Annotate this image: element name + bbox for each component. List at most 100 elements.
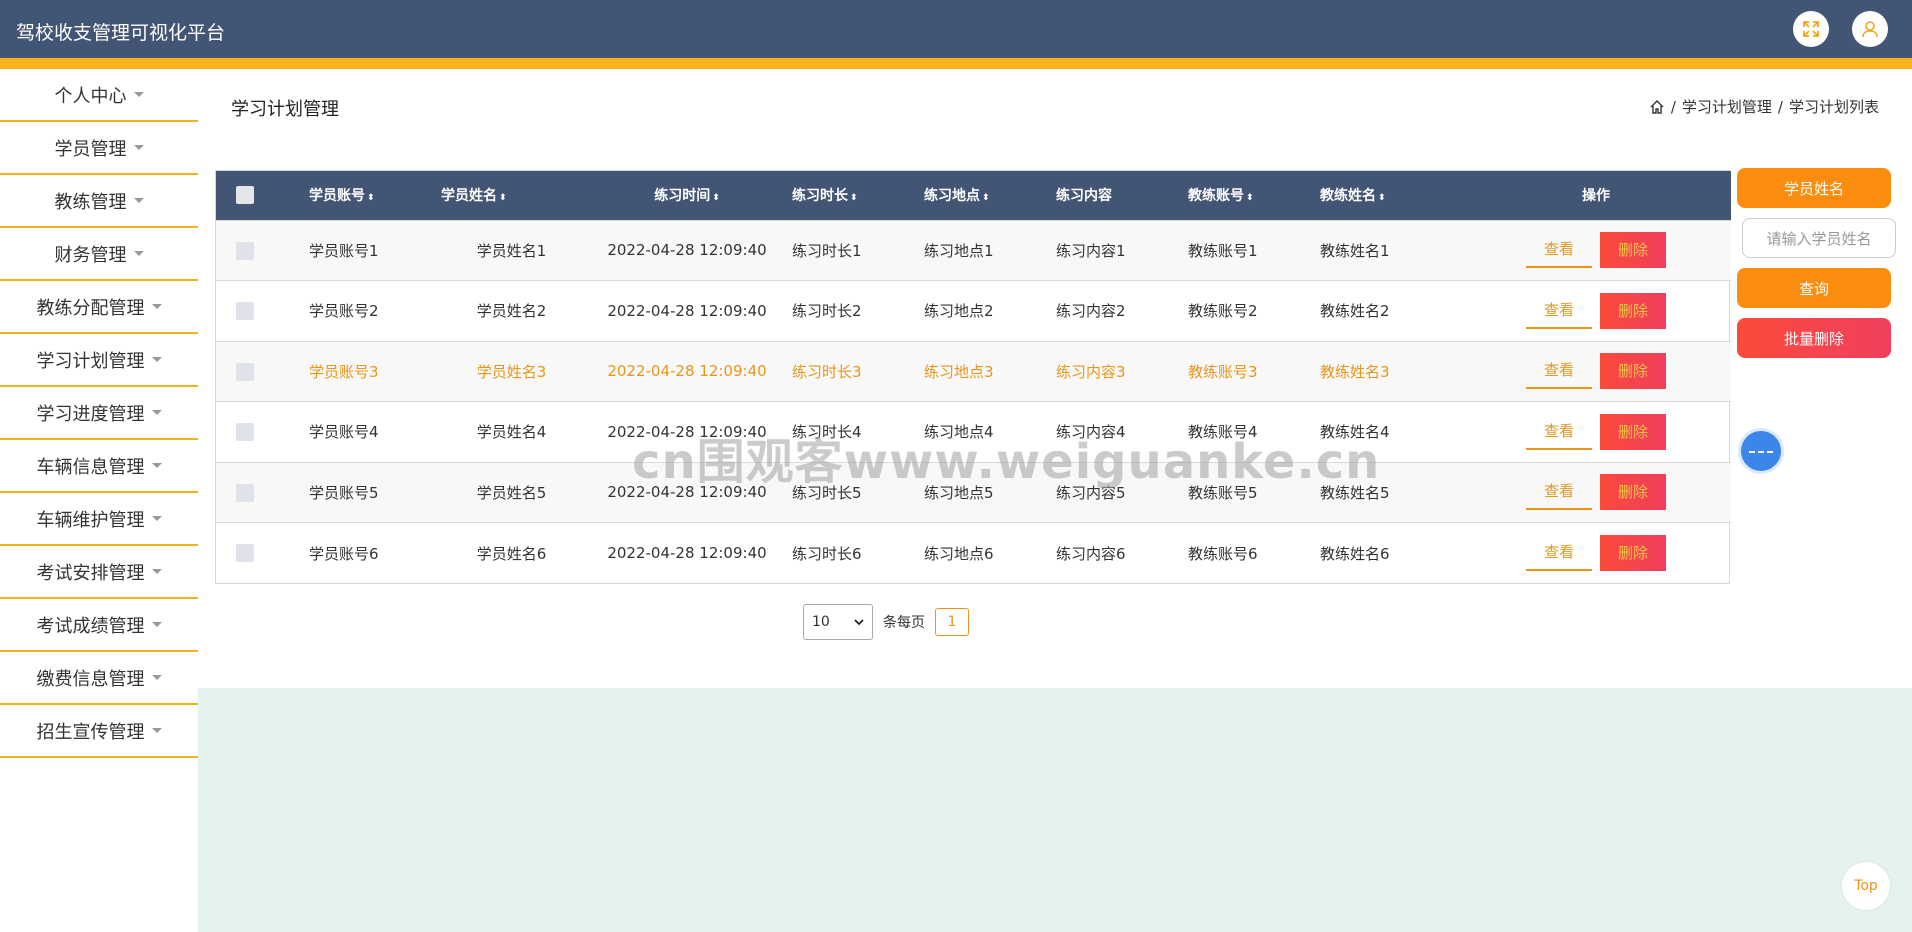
row-checkbox[interactable] <box>236 362 254 381</box>
sidebar-item[interactable]: 车辆维护管理 <box>0 493 198 546</box>
table-cell: 学员姓名1 <box>476 241 547 260</box>
table-cell: 教练账号2 <box>1188 302 1258 321</box>
sort-icon[interactable]: ⬍ <box>712 193 720 203</box>
home-icon[interactable] <box>1649 99 1665 115</box>
sidebar-item[interactable]: 考试成绩管理 <box>0 599 198 652</box>
sort-icon[interactable]: ⬍ <box>982 193 990 203</box>
sidebar-item-label: 教练分配管理 <box>36 297 145 319</box>
table-cell: 学员账号1 <box>309 241 379 260</box>
table-row[interactable]: 学员账号5 学员姓名5 2022-04-28 12:09:40 练习时长5 练习地点5 练… <box>216 462 1731 523</box>
caret-down-icon <box>151 569 162 574</box>
table-cell: 学员账号4 <box>309 423 379 442</box>
view-button[interactable]: 查看 <box>1526 474 1592 511</box>
view-button[interactable]: 查看 <box>1526 353 1592 390</box>
column-header[interactable]: 教练账号 ⬍ <box>1188 171 1320 220</box>
table-cell: 学员姓名6 <box>476 544 547 563</box>
table-cell: 练习内容2 <box>1056 302 1126 321</box>
caret-down-icon <box>151 516 162 521</box>
table-cell: 教练姓名3 <box>1320 362 1390 381</box>
field-label-button: 学员姓名 <box>1737 168 1891 208</box>
breadcrumb-item-plan-management[interactable]: 学习计划管理 <box>1682 96 1772 117</box>
sidebar-item[interactable]: 教练分配管理 <box>0 281 198 334</box>
table-header-row: 学员账号 ⬍ 学员姓名 ⬍ 练习时间 ⬍ 练习时长 ⬍ 练习地点 ⬍ 练习内容 教练账号 ⬍… <box>216 171 1731 220</box>
table-cell: 学员姓名4 <box>476 423 547 442</box>
delete-button[interactable]: 删除 <box>1600 413 1666 450</box>
delete-button[interactable]: 删除 <box>1600 474 1666 511</box>
sidebar-item-label: 学员管理 <box>54 138 127 160</box>
table-cell: 练习时长1 <box>792 241 862 260</box>
select-all-checkbox[interactable] <box>236 186 254 205</box>
table-cell: 练习时长6 <box>792 544 862 563</box>
table-cell: 教练账号4 <box>1188 423 1258 442</box>
sidebar-item[interactable]: 教练管理 <box>0 175 198 228</box>
table-cell: 教练账号1 <box>1188 241 1258 260</box>
query-button[interactable]: 查询 <box>1737 268 1891 308</box>
sidebar-item[interactable]: 财务管理 <box>0 228 198 281</box>
breadcrumb-separator: / <box>1670 97 1676 116</box>
sidebar-item[interactable]: 学员管理 <box>0 122 198 175</box>
delete-button[interactable]: 删除 <box>1600 292 1666 329</box>
table-cell: 教练账号5 <box>1188 483 1258 502</box>
column-header[interactable]: 学员姓名 ⬍ <box>441 171 582 220</box>
column-header[interactable]: 练习时长 ⬍ <box>792 171 924 220</box>
table-cell: 练习内容3 <box>1056 362 1126 381</box>
sidebar-item[interactable]: 学习进度管理 <box>0 387 198 440</box>
floating-assistant-icon[interactable] <box>1738 428 1784 474</box>
row-checkbox[interactable] <box>236 544 254 563</box>
batch-delete-button[interactable]: 批量删除 <box>1737 318 1891 358</box>
table-cell: 学员账号2 <box>309 302 379 321</box>
table-cell: 练习时长2 <box>792 302 862 321</box>
plan-table: 学员账号 ⬍ 学员姓名 ⬍ 练习时间 ⬍ 练习时长 ⬍ 练习地点 ⬍ 练习内容 教练账号 ⬍… <box>215 170 1731 584</box>
table-row[interactable]: 学员账号6 学员姓名6 2022-04-28 12:09:40 练习时长6 练习地点6 练… <box>216 522 1731 584</box>
table-cell: 教练姓名4 <box>1320 423 1390 442</box>
breadcrumb-item-plan-list: 学习计划列表 <box>1788 98 1879 116</box>
sort-icon[interactable]: ⬍ <box>1378 193 1386 203</box>
student-name-search-input[interactable]: 请输入学员姓名 <box>1742 218 1896 258</box>
table-row[interactable]: 学员账号1 学员姓名1 2022-04-28 12:09:40 练习时长1 练习地点1 练… <box>216 220 1731 281</box>
row-checkbox[interactable] <box>236 241 254 260</box>
table-cell: 练习地点5 <box>924 483 994 502</box>
table-cell: 2022-04-28 12:09:40 <box>607 301 767 320</box>
sort-icon[interactable]: ⬍ <box>1246 193 1254 203</box>
pagination: 10 条每页 1 <box>803 604 969 640</box>
sort-icon[interactable]: ⬍ <box>499 193 507 203</box>
row-checkbox[interactable] <box>236 423 254 441</box>
view-button[interactable]: 查看 <box>1526 293 1592 329</box>
sidebar-item-label: 招生宣传管理 <box>36 721 145 743</box>
table-row[interactable]: 学员账号3 学员姓名3 2022-04-28 12:09:40 练习时长3 练习地点3 练… <box>216 341 1731 402</box>
sidebar-item[interactable]: 缴费信息管理 <box>0 652 198 705</box>
delete-button[interactable]: 删除 <box>1600 353 1666 390</box>
sidebar-item[interactable]: 车辆信息管理 <box>0 440 198 493</box>
sort-icon[interactable]: ⬍ <box>850 193 858 203</box>
footer-background <box>198 688 1912 932</box>
row-checkbox[interactable] <box>236 483 254 502</box>
row-checkbox[interactable] <box>236 302 254 320</box>
column-header[interactable]: 教练姓名 ⬍ <box>1320 171 1461 220</box>
sidebar-item[interactable]: 学习计划管理 <box>0 334 198 387</box>
user-button[interactable] <box>1852 11 1888 47</box>
top-header: 驾校收支管理可视化平台 <box>0 0 1912 58</box>
view-button[interactable]: 查看 <box>1526 232 1592 269</box>
page-size-select[interactable]: 10 <box>803 604 873 640</box>
column-header[interactable]: 学员账号 ⬍ <box>309 171 441 220</box>
column-header[interactable]: 练习地点 ⬍ <box>924 171 1056 220</box>
back-to-top-button[interactable]: Top <box>1842 862 1890 910</box>
sidebar-item[interactable]: 招生宣传管理 <box>0 705 198 758</box>
table-cell: 学员姓名5 <box>476 483 547 502</box>
page-number-button[interactable]: 1 <box>935 608 969 636</box>
delete-button[interactable]: 删除 <box>1600 535 1666 571</box>
delete-button[interactable]: 删除 <box>1600 232 1666 269</box>
column-header[interactable]: 练习时间 ⬍ <box>582 171 792 220</box>
caret-down-icon <box>133 145 144 150</box>
table-cell: 练习内容4 <box>1056 423 1126 442</box>
table-row[interactable]: 学员账号4 学员姓名4 2022-04-28 12:09:40 练习时长4 练习地点4 练… <box>216 401 1731 463</box>
sidebar-item[interactable]: 考试安排管理 <box>0 546 198 599</box>
caret-down-icon <box>151 675 162 680</box>
sidebar-item[interactable]: 个人中心 <box>0 69 198 122</box>
view-button[interactable]: 查看 <box>1526 414 1592 450</box>
sort-icon[interactable]: ⬍ <box>367 193 375 203</box>
view-button[interactable]: 查看 <box>1526 535 1592 571</box>
table-row[interactable]: 学员账号2 学员姓名2 2022-04-28 12:09:40 练习时长2 练习地点2 练… <box>216 280 1731 342</box>
fullscreen-button[interactable] <box>1793 11 1829 47</box>
table-cell: 学员账号3 <box>309 362 379 381</box>
